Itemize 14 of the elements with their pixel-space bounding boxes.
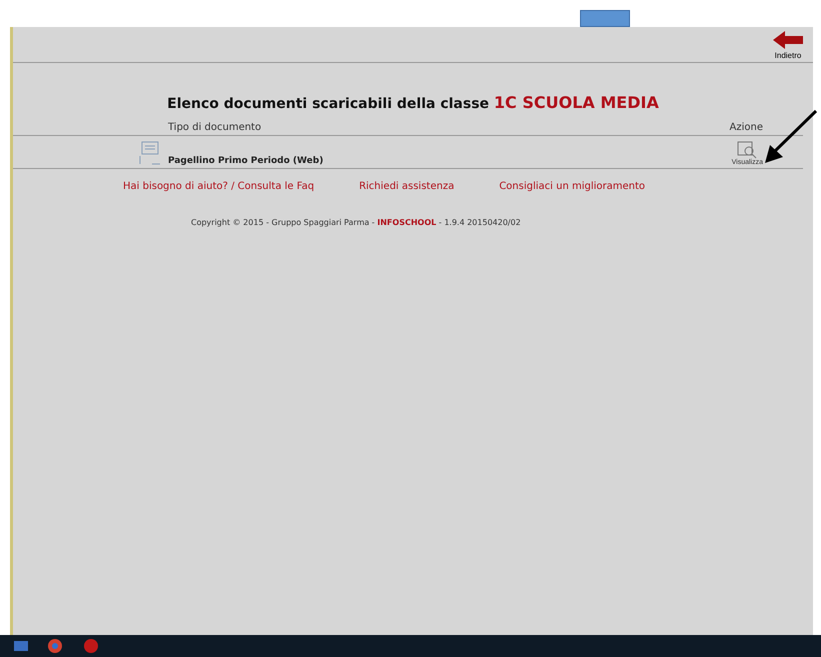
back-arrow-icon: [773, 31, 803, 49]
help-link[interactable]: Consigliaci un miglioramento: [499, 181, 646, 192]
document-icon: [138, 140, 162, 166]
windows-icon[interactable]: [12, 639, 30, 653]
document-name: Pagellino Primo Periodo (Web): [168, 156, 324, 166]
help-link[interactable]: Hai bisogno di aiuto? / Consulta le Faq: [123, 181, 314, 192]
tab-marker: [580, 10, 630, 27]
column-header: Tipo di documento: [168, 122, 262, 133]
copyright-text: Copyright © 2015 - Gruppo Spaggiari Parma - INFOSCHOOL - 1.9.4 20150420/02: [191, 218, 522, 227]
column-header: Azione: [730, 122, 763, 133]
help-link[interactable]: Richiedi assistenza: [359, 181, 454, 192]
magnifier-icon: [737, 141, 758, 159]
back-button[interactable]: Indietro: [773, 31, 803, 60]
page-title: Elenco documenti scaricabili della classe 1C SCUOLA MEDIA: [166, 93, 660, 112]
